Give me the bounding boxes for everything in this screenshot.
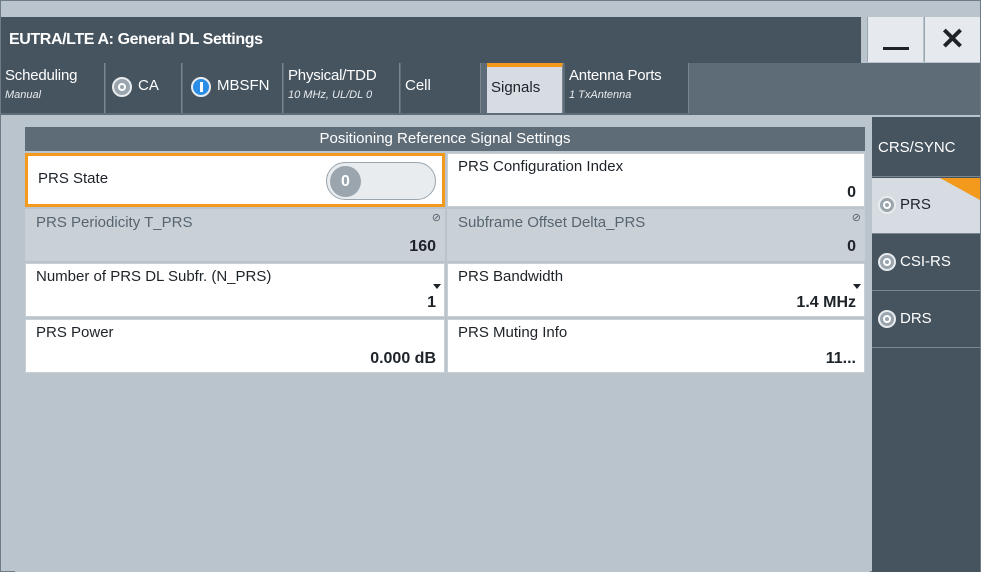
- field-value: 0.000 dB: [370, 350, 436, 367]
- tab-label: Physical/TDD: [288, 67, 377, 84]
- field-value: 0: [847, 238, 856, 255]
- toggle-knob: 0: [330, 166, 361, 197]
- prs-state-toggle[interactable]: 0: [326, 162, 436, 200]
- side-item-crs-sync[interactable]: CRS/SYNC: [872, 121, 980, 177]
- led-on-icon: [191, 77, 211, 97]
- field-label: PRS Bandwidth: [458, 268, 564, 285]
- side-item-label: PRS: [900, 196, 931, 213]
- tab-sublabel: 10 MHz, UL/DL 0: [288, 89, 373, 101]
- led-off-icon: [878, 310, 896, 328]
- panel-header: Positioning Reference Signal Settings: [25, 127, 865, 151]
- side-item-prs[interactable]: PRS: [872, 178, 980, 234]
- field-value: 1: [427, 294, 436, 311]
- field-label: PRS State: [38, 170, 109, 187]
- tab-label: Antenna Ports: [569, 67, 662, 84]
- field-value: 1.4 MHz: [796, 294, 856, 311]
- tab-cell[interactable]: Cell: [401, 63, 481, 113]
- tab-label: Signals: [491, 79, 541, 96]
- tab-physical-tdd[interactable]: Physical/TDD 10 MHz, UL/DL 0: [284, 63, 400, 113]
- tab-bar: Scheduling Manual CA MBSFN Physical/TDD …: [1, 63, 980, 115]
- close-button[interactable]: ✕: [924, 17, 980, 62]
- tab-label: Cell: [405, 77, 431, 94]
- link-icon: ⊘: [431, 212, 441, 224]
- field-value: 0: [847, 184, 856, 201]
- tab-label: MBSFN: [217, 77, 270, 94]
- tab-signals[interactable]: Signals: [487, 63, 563, 113]
- tab-antenna-ports[interactable]: Antenna Ports 1 TxAntenna: [565, 63, 689, 113]
- tab-mbsfn[interactable]: MBSFN: [183, 63, 283, 113]
- field-label: Number of PRS DL Subfr. (N_PRS): [36, 268, 272, 285]
- title-bar: EUTRA/LTE A: General DL Settings: [1, 17, 861, 63]
- signals-content-panel: Positioning Reference Signal Settings PR…: [15, 117, 870, 572]
- tab-label: Scheduling: [5, 67, 78, 84]
- prs-muting-info-field[interactable]: PRS Muting Info 11...: [447, 319, 865, 373]
- close-icon: ✕: [939, 22, 966, 56]
- tab-scheduling[interactable]: Scheduling Manual: [1, 63, 105, 113]
- dialog-window: EUTRA/LTE A: General DL Settings ✕ Sched…: [0, 0, 981, 572]
- prs-power-field[interactable]: PRS Power 0.000 dB: [25, 319, 445, 373]
- led-off-icon: [878, 196, 896, 214]
- led-off-icon: [112, 77, 132, 97]
- tab-label: CA: [138, 77, 159, 94]
- side-item-csi-rs[interactable]: CSI-RS: [872, 235, 980, 291]
- field-label: PRS Muting Info: [458, 324, 568, 341]
- field-label: PRS Periodicity T_PRS: [36, 214, 193, 231]
- field-label: PRS Power: [36, 324, 114, 341]
- side-item-label: CRS/SYNC: [878, 139, 956, 156]
- num-prs-dl-subframes-dropdown[interactable]: Number of PRS DL Subfr. (N_PRS) 1: [25, 263, 445, 317]
- led-off-icon: [878, 253, 896, 271]
- side-item-label: CSI-RS: [900, 253, 951, 270]
- subframe-offset-field: Subframe Offset Delta_PRS ⊘ 0: [447, 209, 865, 261]
- active-corner-marker: [940, 178, 980, 200]
- chevron-down-icon: [853, 284, 861, 289]
- side-menu: CRS/SYNC PRS CSI-RS DRS: [872, 117, 980, 572]
- tab-ca[interactable]: CA: [106, 63, 182, 113]
- side-item-label: DRS: [900, 310, 932, 327]
- field-label: Subframe Offset Delta_PRS: [458, 214, 646, 231]
- field-value: 11...: [825, 350, 856, 367]
- field-label: PRS Configuration Index: [458, 158, 624, 175]
- minimize-button[interactable]: [867, 17, 923, 62]
- tab-sublabel: 1 TxAntenna: [569, 89, 632, 101]
- prs-bandwidth-dropdown[interactable]: PRS Bandwidth 1.4 MHz: [447, 263, 865, 317]
- prs-periodicity-field: PRS Periodicity T_PRS ⊘ 160: [25, 209, 445, 261]
- window-title: EUTRA/LTE A: General DL Settings: [9, 31, 263, 48]
- link-icon: ⊘: [851, 212, 861, 224]
- field-value: 160: [409, 238, 436, 255]
- prs-state-field[interactable]: PRS State 0: [25, 153, 445, 207]
- minimize-icon: [882, 47, 909, 50]
- chevron-down-icon: [433, 284, 441, 289]
- tab-sublabel: Manual: [5, 89, 42, 101]
- side-item-drs[interactable]: DRS: [872, 292, 980, 348]
- prs-config-index-field[interactable]: PRS Configuration Index 0: [447, 153, 865, 207]
